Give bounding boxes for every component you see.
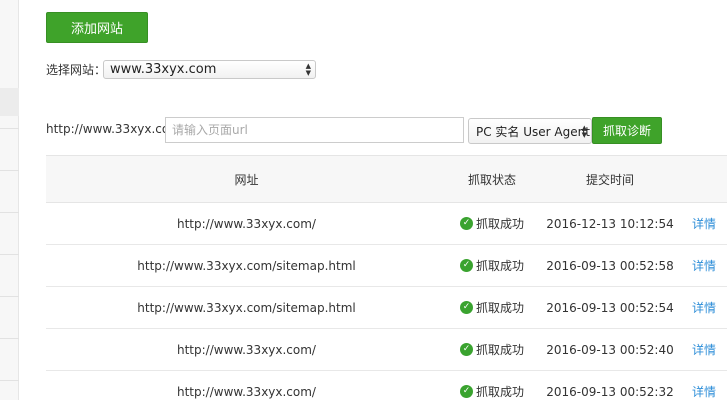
- site-select-value: www.33xyx.com: [110, 62, 217, 77]
- row-status-text: 抓取成功: [475, 385, 524, 399]
- column-header-url: 网址: [234, 172, 259, 187]
- table-row: http://www.33xyx.com/ ✓ 抓取成功 2016-09-13 0…: [46, 371, 727, 400]
- check-circle-icon: ✓: [459, 343, 473, 356]
- row-status: ✓ 抓取成功: [447, 371, 537, 400]
- sidebar-highlight: [0, 88, 19, 116]
- row-time: 2016-09-13 00:52:58: [546, 258, 674, 273]
- check-circle-icon: ✓: [459, 385, 473, 398]
- row-status-text: 抓取成功: [475, 343, 524, 357]
- sidebar-divider: [0, 128, 19, 129]
- row-status-text: 抓取成功: [475, 259, 524, 273]
- row-url: http://www.33xyx.com/sitemap.html: [137, 258, 356, 273]
- up-down-arrows-icon: ▲ ▼: [581, 124, 587, 139]
- up-down-arrows-icon: ▲ ▼: [305, 62, 311, 77]
- site-select-label: 选择网站：: [46, 63, 107, 77]
- table-row: http://www.33xyx.com/sitemap.html ✓ 抓取成功 …: [46, 245, 727, 287]
- row-time: 2016-09-13 00:52:32: [546, 384, 674, 399]
- row-detail-link[interactable]: 详情: [692, 245, 727, 286]
- fetch-history-table: 网址 抓取状态 提交时间 http://www.33xyx.com/ ✓ 抓取成功…: [46, 155, 727, 400]
- row-time: 2016-09-13 00:52:54: [546, 300, 674, 315]
- sidebar-divider: [0, 170, 19, 171]
- column-header-status: 抓取状态: [467, 172, 516, 187]
- site-select[interactable]: www.33xyx.com ▲ ▼: [103, 60, 316, 79]
- row-status: ✓ 抓取成功: [447, 245, 537, 286]
- sidebar-divider: [0, 296, 19, 297]
- fetch-diagnose-button[interactable]: 抓取诊断: [592, 117, 662, 144]
- page-url-input[interactable]: [165, 117, 464, 143]
- row-time: 2016-09-13 00:52:40: [546, 342, 674, 357]
- row-status: ✓ 抓取成功: [447, 203, 537, 244]
- row-url: http://www.33xyx.com/: [177, 216, 316, 231]
- check-circle-icon: ✓: [459, 217, 473, 230]
- row-url: http://www.33xyx.com/sitemap.html: [137, 300, 356, 315]
- row-status: ✓ 抓取成功: [447, 329, 537, 370]
- row-url: http://www.33xyx.com/: [177, 384, 316, 399]
- sidebar-divider: [0, 254, 19, 255]
- check-circle-icon: ✓: [459, 301, 473, 314]
- row-detail-link[interactable]: 详情: [692, 371, 727, 400]
- sidebar-divider: [0, 380, 19, 381]
- table-header: 网址 抓取状态 提交时间: [46, 155, 727, 203]
- row-url: http://www.33xyx.com/: [177, 342, 316, 357]
- row-detail-link[interactable]: 详情: [692, 287, 727, 328]
- table-row: http://www.33xyx.com/ ✓ 抓取成功 2016-09-13 0…: [46, 329, 727, 371]
- sidebar-divider: [0, 338, 19, 339]
- left-sidebar-strip: [0, 0, 19, 400]
- user-agent-select-value: PC 实名 User Agent: [476, 124, 590, 139]
- row-status-text: 抓取成功: [475, 301, 524, 315]
- row-detail-link[interactable]: 详情: [692, 329, 727, 370]
- row-status: ✓ 抓取成功: [447, 287, 537, 328]
- sidebar-divider: [0, 212, 19, 213]
- table-row: http://www.33xyx.com/sitemap.html ✓ 抓取成功 …: [46, 287, 727, 329]
- check-circle-icon: ✓: [459, 259, 473, 272]
- row-time: 2016-12-13 10:12:54: [546, 216, 674, 231]
- user-agent-select[interactable]: PC 实名 User Agent ▲ ▼: [468, 118, 592, 144]
- row-status-text: 抓取成功: [475, 217, 524, 231]
- add-site-button[interactable]: 添加网站: [46, 12, 148, 43]
- row-detail-link[interactable]: 详情: [692, 203, 727, 244]
- column-header-time: 提交时间: [585, 172, 634, 187]
- table-row: http://www.33xyx.com/ ✓ 抓取成功 2016-12-13 1…: [46, 203, 727, 245]
